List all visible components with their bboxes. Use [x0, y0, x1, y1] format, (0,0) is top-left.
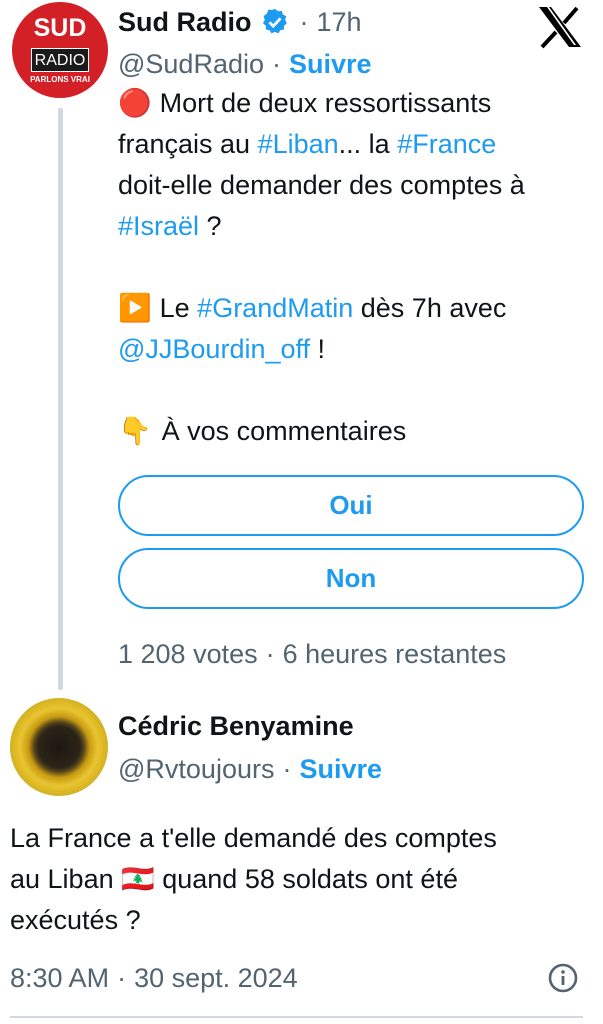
- tweet-text-segment: français au: [118, 129, 258, 159]
- separator-dot: ·: [265, 638, 275, 669]
- reply-text-segment: exécutés ?: [10, 905, 141, 935]
- play-button-icon: ▶️: [118, 293, 152, 323]
- reply-text: La France a t'elle demandé des comptes a…: [10, 818, 590, 941]
- tweet-header: Sud Radio · 17h: [118, 4, 362, 40]
- tweet-line: #Israël ?: [118, 206, 588, 247]
- reply-subheader: @Rvtoujours · Suivre: [118, 751, 382, 787]
- poll-option-non[interactable]: Non: [118, 548, 584, 609]
- poll-remaining: 6 heures restantes: [282, 638, 507, 669]
- author-handle[interactable]: @SudRadio: [118, 49, 264, 80]
- reply-author-name[interactable]: Cédric Benyamine: [118, 711, 354, 742]
- tweet-text: 🔴 Mort de deux ressortissants français au…: [118, 83, 588, 452]
- tweet-text-segment: Le: [159, 293, 198, 323]
- reply-text-segment: quand 58 soldats ont été: [154, 864, 458, 894]
- hashtag-france[interactable]: #France: [397, 129, 496, 159]
- mention-jjbourdin[interactable]: @JJBourdin_off: [118, 334, 310, 364]
- tweet-text-segment: Mort de deux ressortissants: [159, 88, 492, 118]
- divider: [10, 1016, 583, 1018]
- poll-option-oui[interactable]: Oui: [118, 475, 584, 536]
- reply-text-segment: La France a t'elle demandé des comptes: [10, 823, 497, 853]
- tweet-line: français au #Liban... la #France: [118, 124, 588, 165]
- verified-badge-icon: [260, 7, 290, 37]
- tweet-line: doit-elle demander des comptes à: [118, 165, 588, 206]
- separator-dot: ·: [299, 6, 309, 37]
- tweet-text-segment: dès 7h avec: [353, 293, 507, 323]
- avatar-logo-box: RADIO: [31, 48, 89, 72]
- cedric-avatar[interactable]: [10, 698, 108, 796]
- hashtag-grandmatin[interactable]: #GrandMatin: [197, 293, 353, 323]
- author-name[interactable]: Sud Radio: [118, 7, 252, 38]
- tweet-text-segment: doit-elle demander des comptes à: [118, 170, 525, 200]
- poll-footer: 1 208 votes · 6 heures restantes: [118, 636, 506, 672]
- sud-radio-avatar[interactable]: SUD RADIO PARLONS VRAI: [12, 2, 108, 98]
- tweet-text-segment: ... la: [338, 129, 398, 159]
- poll-votes: 1 208 votes: [118, 638, 258, 669]
- separator-dot: ·: [117, 962, 127, 993]
- tweet-subheader: @SudRadio · Suivre: [118, 46, 372, 82]
- tweet-text-segment: À vos commentaires: [161, 416, 407, 446]
- thread-line: [58, 108, 63, 690]
- hashtag-liban[interactable]: #Liban: [258, 129, 339, 159]
- follow-button[interactable]: Suivre: [289, 49, 372, 80]
- reply-header: Cédric Benyamine: [118, 708, 354, 744]
- tweet-line: ▶️ Le #GrandMatin dès 7h avec: [118, 288, 588, 329]
- reply-date[interactable]: 30 sept. 2024: [134, 963, 298, 994]
- red-circle-icon: 🔴: [118, 88, 152, 118]
- pointing-down-icon: 👇: [118, 416, 152, 446]
- tweet-text-segment: !: [310, 334, 326, 364]
- reply-line: au Liban 🇱🇧 quand 58 soldats ont été: [10, 859, 590, 900]
- reply-timestamp: 8:30 AM · 30 sept. 2024: [10, 960, 298, 996]
- tweet-time[interactable]: 17h: [317, 7, 362, 38]
- hashtag-israel[interactable]: #Israël: [118, 211, 199, 241]
- tweet-line: 🔴 Mort de deux ressortissants: [118, 83, 588, 124]
- avatar-tagline: PARLONS VRAI: [30, 75, 90, 84]
- tweet-line: 👇 À vos commentaires: [118, 411, 588, 452]
- reply-author-handle[interactable]: @Rvtoujours: [118, 754, 274, 785]
- tweet-line: @JJBourdin_off !: [118, 329, 588, 370]
- reply-line: La France a t'elle demandé des comptes: [10, 818, 590, 859]
- avatar-logo-text: SUD: [33, 14, 87, 42]
- reply-follow-button[interactable]: Suivre: [299, 754, 382, 785]
- reply-time[interactable]: 8:30 AM: [10, 963, 109, 994]
- lebanon-flag-icon: 🇱🇧: [121, 864, 155, 894]
- separator-dot: ·: [272, 48, 281, 79]
- separator-dot: ·: [282, 753, 292, 784]
- reply-text-segment: au Liban: [10, 864, 122, 894]
- x-logo-icon[interactable]: [536, 5, 584, 49]
- info-icon[interactable]: [547, 962, 579, 994]
- reply-line: exécutés ?: [10, 900, 590, 941]
- tweet-text-segment: ?: [199, 211, 222, 241]
